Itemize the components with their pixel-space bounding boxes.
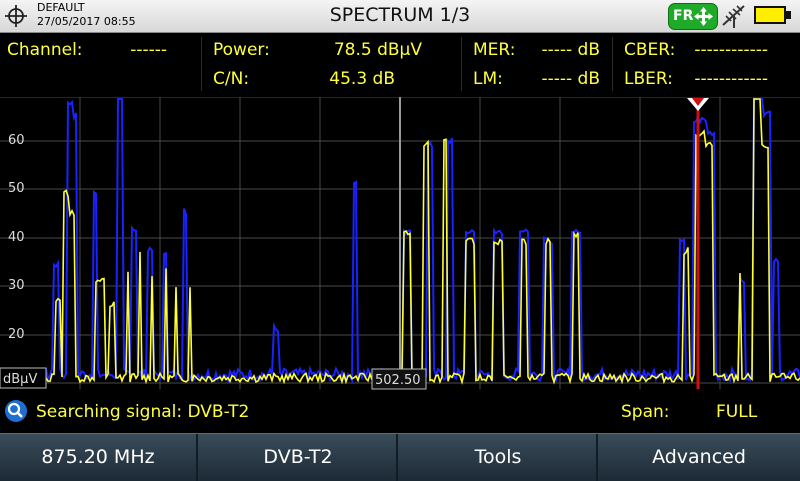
frequency-softkey[interactable]: 875.20 MHz xyxy=(0,434,198,481)
mer-label: MER: xyxy=(473,40,516,60)
lm-label: LM: xyxy=(473,69,503,89)
standard-softkey[interactable]: DVB-T2 xyxy=(200,434,398,481)
power-label: Power: xyxy=(213,40,270,60)
power-value: 78.5 dBµV xyxy=(333,40,422,60)
y-tick: 30 xyxy=(8,278,25,293)
divider xyxy=(612,37,613,91)
battery-icon xyxy=(754,6,786,24)
channel-label: Channel: xyxy=(7,40,83,60)
status-bar: DEFAULT 27/05/2017 08:55 SPECTRUM 1/3 FR xyxy=(0,0,800,33)
y-tick: 20 xyxy=(8,327,25,342)
search-status: Searching signal: DVB-T2 xyxy=(36,402,250,422)
status-line: Searching signal: DVB-T2 Span: FULL xyxy=(0,396,800,428)
y-tick: 40 xyxy=(8,230,25,245)
magnifier-icon xyxy=(5,400,27,422)
advanced-softkey[interactable]: Advanced xyxy=(600,434,798,481)
center-frequency-label: 502.50 xyxy=(375,373,421,388)
mer-value: ----- dB xyxy=(541,40,600,60)
y-tick: 50 xyxy=(8,181,25,196)
cn-label: C/N: xyxy=(213,69,250,89)
span-value: FULL xyxy=(716,402,758,422)
battery-tip xyxy=(786,11,791,19)
divider xyxy=(201,37,202,91)
y-unit: dBµV xyxy=(3,372,37,387)
channel-value: ------ xyxy=(130,40,167,60)
cber-label: CBER: xyxy=(624,40,676,60)
span-label: Span: xyxy=(621,402,670,422)
antenna-icon xyxy=(722,5,745,28)
lber-label: LBER: xyxy=(624,69,673,89)
tools-softkey[interactable]: Tools xyxy=(400,434,598,481)
spectrum-plot[interactable]: 60 50 40 30 20 dBµV 502.50 xyxy=(0,97,800,393)
cber-value: ------------ xyxy=(694,40,768,60)
cn-value: 45.3 dB xyxy=(329,69,395,89)
lber-value: ------------ xyxy=(694,69,768,89)
measurement-panel: Channel: ------ Power: 78.5 dBµV C/N: 45… xyxy=(0,33,800,95)
lm-value: ----- dB xyxy=(541,69,600,89)
fr-label: FR xyxy=(673,8,694,24)
divider xyxy=(461,37,462,91)
fr-button[interactable]: FR xyxy=(668,3,718,30)
dpad-arrows-icon xyxy=(694,7,713,26)
y-tick: 60 xyxy=(8,133,25,148)
softkey-bar: 875.20 MHz DVB-T2 Tools Advanced xyxy=(0,433,800,481)
